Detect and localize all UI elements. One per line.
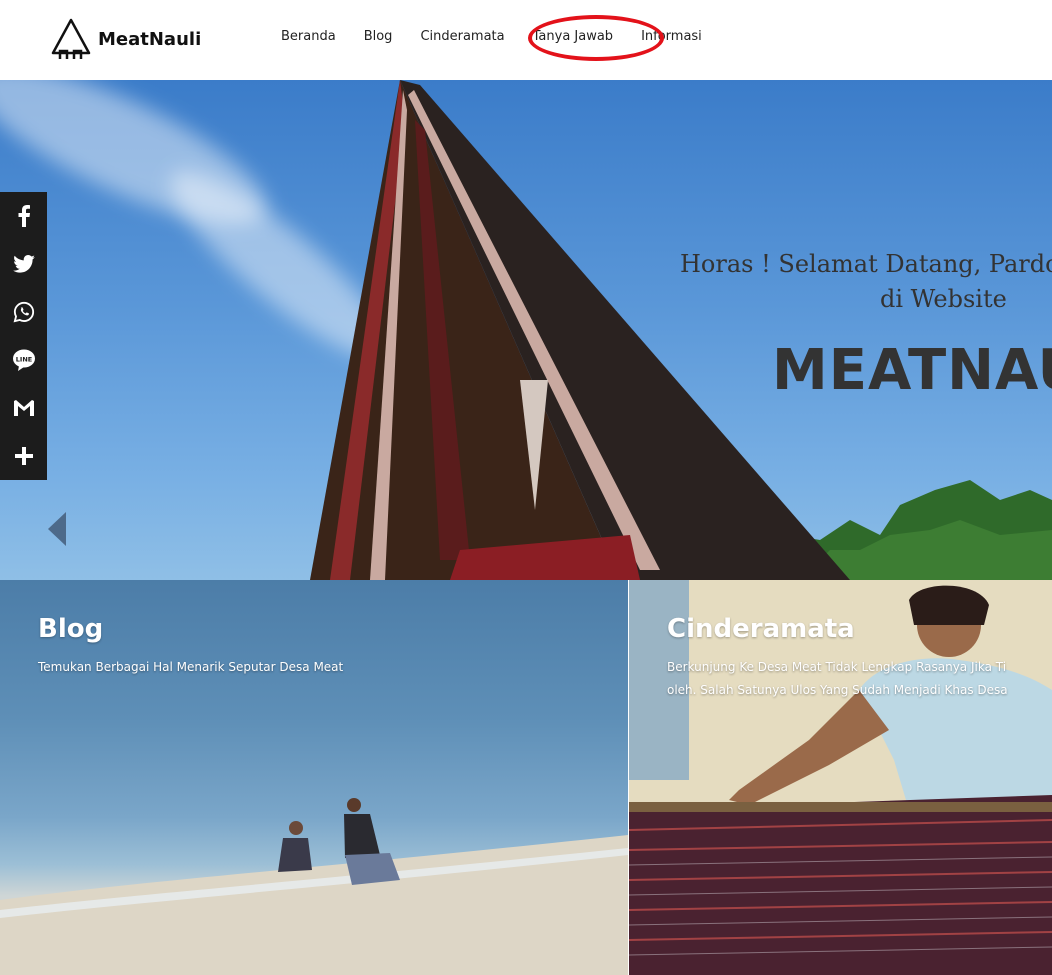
- nav-informasi[interactable]: Informasi: [641, 29, 702, 44]
- line-icon[interactable]: LINE: [0, 336, 47, 384]
- blog-card[interactable]: Blog Temukan Berbagai Hal Menarik Seputa…: [0, 580, 628, 975]
- cinderamata-card[interactable]: Cinderamata Berkunjung Ke Desa Meat Tida…: [629, 580, 1052, 975]
- batak-house-roof-image: [310, 80, 1052, 580]
- svg-text:LINE: LINE: [15, 356, 31, 364]
- cinderamata-card-title: Cinderamata: [667, 614, 855, 644]
- plus-icon[interactable]: [0, 432, 47, 480]
- nav-cinderamata[interactable]: Cinderamata: [420, 29, 504, 44]
- nav-tanya-jawab[interactable]: Tanya Jawab: [533, 29, 613, 44]
- nav-beranda[interactable]: Beranda: [281, 29, 336, 44]
- carousel-prev-icon[interactable]: [48, 512, 66, 546]
- main-nav: Beranda Blog Cinderamata Tanya Jawab Inf…: [281, 29, 702, 44]
- house-logo-icon: [51, 18, 91, 59]
- hero-brand-title: MEATNAU: [772, 338, 1052, 403]
- logo-text: MeatNauli: [98, 28, 202, 50]
- hero-welcome-line2: di Website: [880, 285, 1007, 313]
- cinderamata-desc-line2: oleh. Salah Satunya Ulos Yang Sudah Menj…: [667, 683, 1008, 697]
- hero-welcome-line1: Horas ! Selamat Datang, Pardo: [680, 250, 1052, 278]
- nav-blog[interactable]: Blog: [364, 29, 393, 44]
- twitter-icon[interactable]: [0, 240, 47, 288]
- blog-card-title: Blog: [38, 614, 104, 644]
- gmail-icon[interactable]: [0, 384, 47, 432]
- blog-card-desc: Temukan Berbagai Hal Menarik Seputar Des…: [38, 660, 344, 674]
- facebook-icon[interactable]: [0, 192, 47, 240]
- cinderamata-card-desc: Berkunjung Ke Desa Meat Tidak Lengkap Ra…: [667, 656, 1008, 702]
- hero-banner: Horas ! Selamat Datang, Pardo di Website…: [0, 80, 1052, 580]
- site-header: MeatNauli Beranda Blog Cinderamata Tanya…: [0, 0, 1052, 80]
- cinderamata-desc-line1: Berkunjung Ke Desa Meat Tidak Lengkap Ra…: [667, 660, 1007, 674]
- whatsapp-icon[interactable]: [0, 288, 47, 336]
- social-share-bar: LINE: [0, 192, 47, 480]
- site-logo[interactable]: MeatNauli: [50, 17, 201, 61]
